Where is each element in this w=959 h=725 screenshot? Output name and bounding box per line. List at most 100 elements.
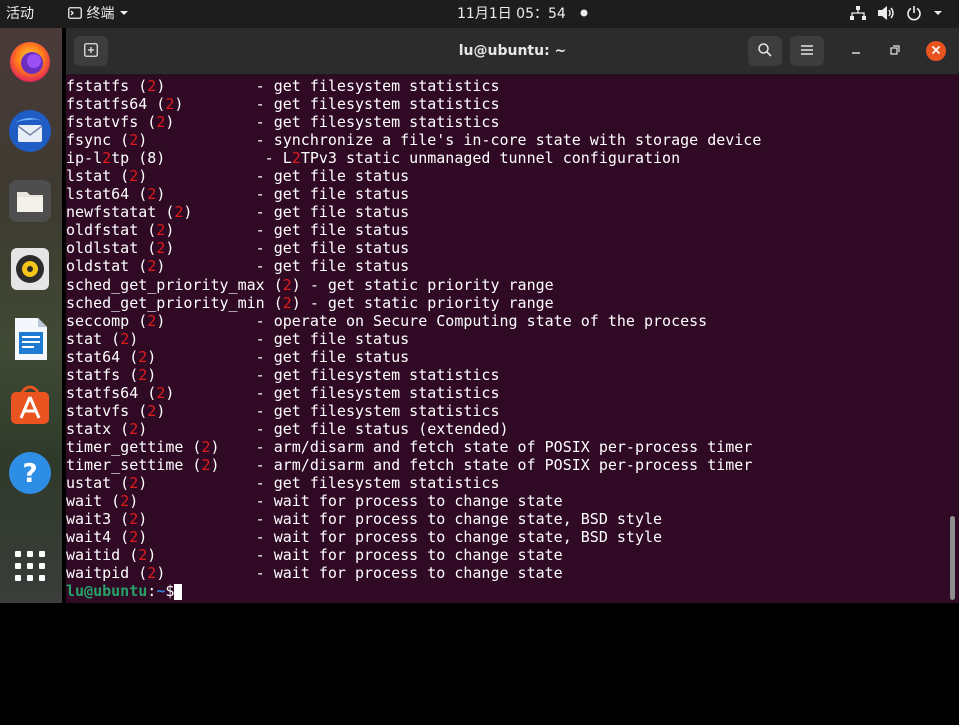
line-text: timer_settime ( (66, 455, 202, 474)
line-text: ) - get file status (156, 257, 410, 276)
restore-button[interactable] (885, 41, 905, 61)
app-menu-button[interactable]: 终端 (68, 0, 129, 28)
line-text: stat ( (66, 329, 121, 348)
section-number: 2 (156, 383, 166, 402)
hamburger-icon (801, 45, 813, 55)
search-icon (758, 43, 772, 57)
menu-button[interactable] (790, 36, 824, 66)
terminal-line: statfs64 (2) - get filesystem statistics (66, 384, 946, 402)
dock-writer[interactable] (7, 316, 53, 362)
line-text: wait3 ( (66, 510, 130, 529)
line-text: ) - get filesystem statistics (147, 365, 500, 384)
line-text: fstatfs ( (66, 77, 148, 95)
line-text: seccomp ( (66, 311, 148, 330)
line-text: ) - get filesystem statistics (156, 401, 500, 420)
terminal-line: seccomp (2) - operate on Secure Computin… (66, 312, 946, 330)
network-icon[interactable] (850, 0, 866, 28)
dock-rhythmbox[interactable] (7, 246, 53, 292)
system-menu-chevron-icon[interactable] (933, 0, 943, 28)
line-text: ) - get filesystem statistics (138, 474, 500, 493)
software-icon (11, 385, 49, 424)
prompt-line[interactable]: lu@ubuntu:~$ (66, 582, 946, 600)
terminal-line: statfs (2) - get filesystem statistics (66, 366, 946, 384)
terminal-line: oldlstat (2) - get file status (66, 239, 946, 257)
line-text: lstat ( (66, 167, 130, 186)
section-number: 2 (129, 419, 139, 438)
text-cursor (174, 583, 183, 600)
line-text: ) - synchronize a file's in-core state w… (138, 131, 762, 150)
dock-files[interactable] (7, 178, 53, 224)
terminal-line: ip-l2tp (8) - L2TPv3 static unmanaged tu… (66, 149, 946, 167)
line-text: ) - get file status (147, 347, 410, 366)
section-number: 2 (129, 131, 139, 150)
line-text: ) - get static priority range (291, 293, 554, 312)
terminal-line: fstatfs (2) - get filesystem statistics (66, 77, 946, 95)
line-text: ) - wait for process to change state (156, 564, 563, 583)
dock-thunderbird[interactable] (7, 108, 53, 154)
search-button[interactable] (748, 36, 782, 66)
line-text: ) - get filesystem statistics (165, 383, 500, 402)
line-text: oldlstat ( (66, 239, 157, 258)
activities-button[interactable]: 活动 (6, 0, 34, 28)
close-icon (931, 45, 941, 55)
line-text: timer_gettime ( (66, 437, 202, 456)
terminal-line: oldstat (2) - get file status (66, 257, 946, 275)
header-bar[interactable]: lu@ubuntu: ~ (66, 28, 959, 75)
new-tab-button[interactable] (74, 36, 108, 66)
prompt-separator: : (147, 582, 157, 601)
terminal-line: stat64 (2) - get file status (66, 348, 946, 366)
power-icon[interactable] (906, 0, 922, 28)
dock: ? (0, 28, 62, 603)
terminal-window: lu@ubuntu: ~ fstatfs (2) - get filesyste… (66, 28, 959, 603)
section-number: 2 (138, 546, 148, 565)
terminal-line: fstatfs64 (2) - get filesystem statistic… (66, 95, 946, 113)
line-text: wait4 ( (66, 528, 130, 547)
line-text: fstatfs64 ( (66, 95, 166, 114)
line-text: sched_get_priority_max ( (66, 275, 283, 294)
line-text: ) - get file status (129, 329, 410, 348)
line-text: sched_get_priority_min ( (66, 293, 283, 312)
terminal-line: sched_get_priority_min (2) - get static … (66, 294, 946, 312)
line-text: ) - get file status (165, 239, 410, 258)
line-text: statvfs ( (66, 401, 148, 420)
section-number: 2 (156, 113, 166, 132)
section-number: 2 (120, 329, 130, 348)
section-number: 2 (201, 437, 211, 456)
dock-firefox[interactable] (7, 38, 53, 84)
scrollbar[interactable] (950, 516, 955, 600)
line-text: stat64 ( (66, 347, 139, 366)
line-text: ip-l (66, 149, 103, 168)
dock-ubuntu-software[interactable] (7, 382, 53, 428)
line-text: oldstat ( (66, 257, 148, 276)
section-number: 2 (138, 365, 148, 384)
minimize-button[interactable] (846, 41, 866, 61)
volume-icon[interactable] (878, 0, 896, 28)
line-text: ) - get filesystem statistics (156, 77, 500, 95)
terminal-output[interactable]: fstatfs (2) - get filesystem statistics f… (66, 75, 946, 605)
section-number: 2 (102, 149, 112, 168)
terminal-line: statvfs (2) - get filesystem statistics (66, 402, 946, 420)
dock-show-applications[interactable] (7, 543, 53, 589)
section-number: 2 (147, 564, 157, 583)
files-icon (9, 180, 51, 222)
thunderbird-icon (9, 110, 51, 152)
dock-help[interactable]: ? (7, 450, 53, 496)
line-text: ) - get file status (183, 203, 410, 222)
close-button[interactable] (926, 41, 946, 61)
section-number: 2 (129, 474, 139, 493)
section-number: 2 (156, 221, 166, 240)
line-text: ) - get filesystem statistics (174, 95, 500, 114)
clock[interactable]: 11月1日 05：54 (457, 0, 566, 28)
line-text: ) - arm/disarm and fetch state of POSIX … (210, 455, 753, 474)
terminal-line: newfstatat (2) - get file status (66, 203, 946, 221)
line-text: ustat ( (66, 474, 130, 493)
line-text: ) - get file status (165, 221, 410, 240)
line-text: newfstatat ( (66, 203, 175, 222)
restore-icon (890, 45, 900, 55)
terminal-line: sched_get_priority_max (2) - get static … (66, 276, 946, 294)
section-number: 2 (147, 401, 157, 420)
firefox-icon (10, 42, 50, 82)
section-number: 2 (282, 275, 292, 294)
section-number: 2 (129, 510, 139, 529)
line-text: wait ( (66, 492, 121, 511)
